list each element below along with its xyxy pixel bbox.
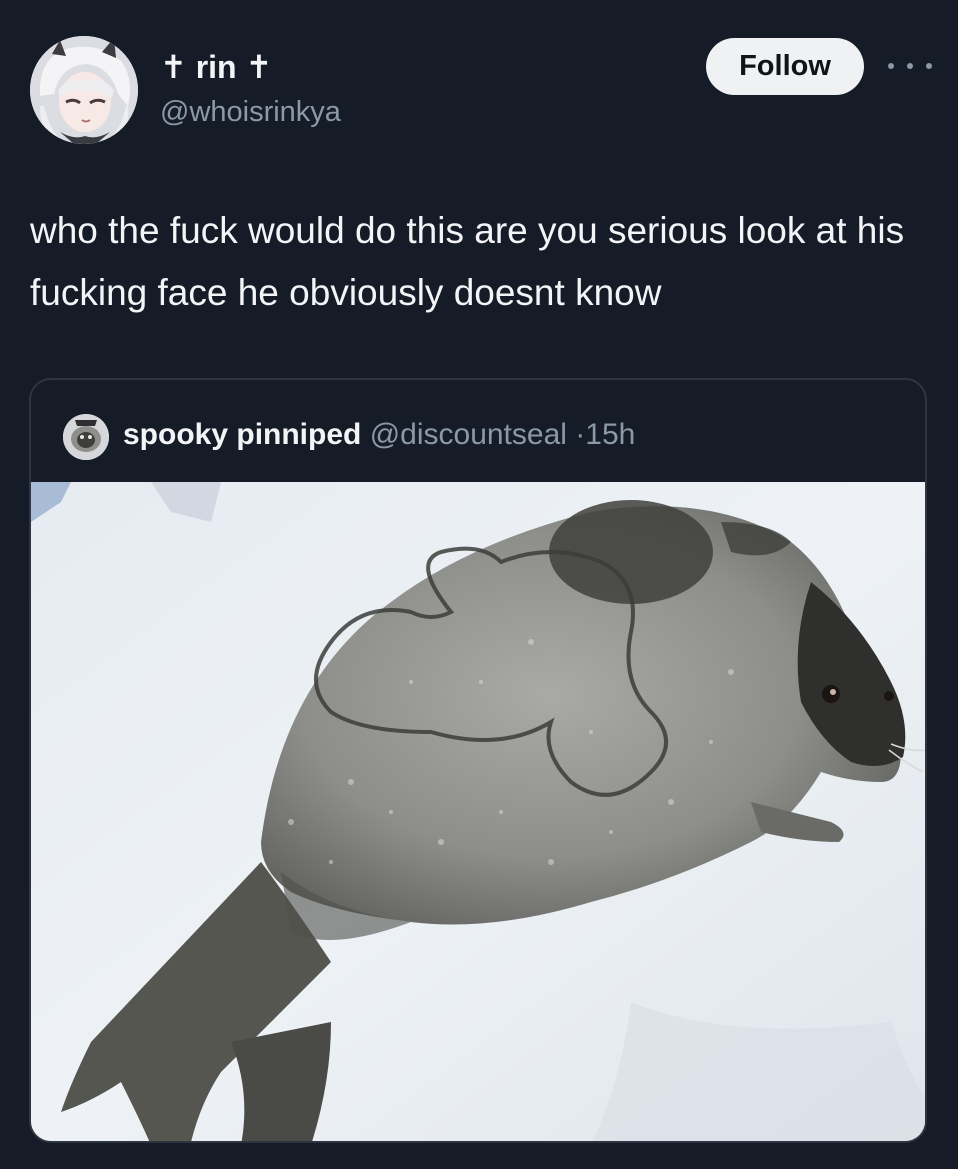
anime-avatar-icon (30, 36, 138, 144)
quoted-post-header: spooky pinniped @discountseal ·15h (31, 380, 925, 482)
author-handle[interactable]: @whoisrinkya (160, 96, 341, 129)
more-options-icon-dot (907, 63, 913, 69)
meta-separator: · (575, 418, 586, 451)
post-text: who the fuck would do this are you serio… (30, 210, 905, 313)
more-options-icon-dot (926, 63, 932, 69)
seal-avatar-icon (63, 414, 109, 460)
quoted-post-time[interactable]: 15h (585, 418, 635, 451)
quoted-post-card[interactable]: spooky pinniped @discountseal ·15h (29, 378, 927, 1143)
follow-button[interactable]: Follow (706, 38, 864, 95)
quoted-author-avatar[interactable] (63, 414, 109, 460)
quoted-author-handle[interactable]: @discountseal (370, 418, 567, 451)
author-avatar[interactable] (30, 36, 138, 144)
quoted-post-meta: spooky pinniped @discountseal ·15h (123, 418, 635, 452)
author-display-name[interactable]: ✝ rin ✝ (160, 48, 272, 86)
quoted-author-display-name[interactable]: spooky pinniped (123, 418, 361, 451)
post-header: ✝ rin ✝ @whoisrinkya Follow (0, 0, 958, 170)
more-options-button[interactable] (888, 52, 932, 80)
more-options-icon (888, 63, 894, 69)
seal-photo[interactable] (31, 482, 925, 1141)
seal-photo-graphic (31, 482, 925, 1141)
